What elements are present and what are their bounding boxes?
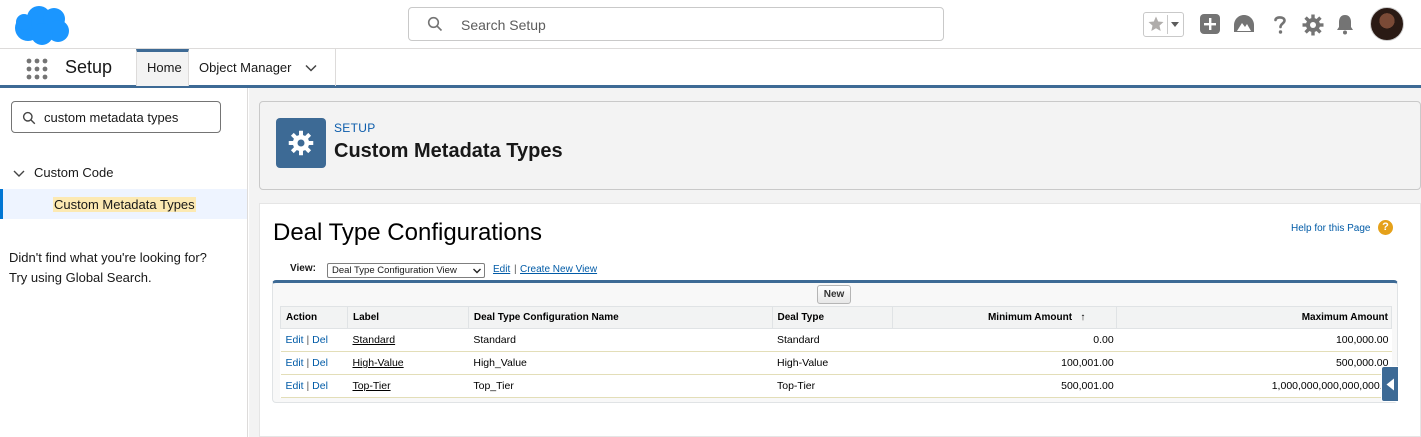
quick-find-value: custom metadata types: [44, 110, 179, 125]
row-delete-link[interactable]: Del: [312, 380, 328, 392]
trailhead-icon[interactable]: [1232, 12, 1256, 36]
new-button[interactable]: New: [817, 285, 851, 304]
list-view-title: Deal Type Configurations: [273, 219, 543, 246]
quick-find-input[interactable]: custom metadata types: [11, 101, 221, 133]
view-label: View:: [290, 263, 316, 274]
record-name: Standard: [468, 328, 772, 352]
create-new-view-link[interactable]: Create New View: [520, 264, 597, 275]
sidebar-help-line2: Try using Global Search.: [9, 270, 152, 285]
table-header-row: Action Label Deal Type Configuration Nam…: [280, 306, 1392, 329]
action-separator: |: [306, 334, 310, 346]
view-select[interactable]: Deal Type Configuration View: [327, 263, 485, 278]
notifications-bell-icon[interactable]: [1333, 12, 1357, 36]
salesforce-logo[interactable]: [12, 4, 72, 46]
favorites-button[interactable]: [1143, 12, 1184, 37]
view-select-value: Deal Type Configuration View: [332, 265, 457, 276]
record-label-link[interactable]: High-Value: [352, 357, 403, 369]
tab-object-manager-label: Object Manager: [199, 60, 292, 75]
panel-collapse-toggle[interactable]: [1381, 366, 1399, 402]
sidebar-help-text: Didn't find what you're looking for? Try…: [9, 248, 207, 288]
row-edit-link[interactable]: Edit: [286, 334, 304, 346]
chevron-left-icon: [1386, 378, 1394, 391]
column-header-maximum-amount[interactable]: Maximum Amount: [1116, 306, 1392, 329]
tree-item-custom-metadata-types[interactable]: Custom Metadata Types: [0, 189, 247, 219]
sort-ascending-icon: ↑: [1080, 312, 1086, 323]
tab-home[interactable]: Home: [136, 49, 189, 86]
setup-gear-page-icon: [276, 118, 326, 168]
app-launcher-waffle-icon[interactable]: [25, 57, 49, 81]
row-actions: Edit | Del: [280, 351, 348, 375]
favorites-dropdown-button[interactable]: [1167, 15, 1181, 34]
tree-node-custom-code[interactable]: Custom Code: [12, 165, 113, 180]
record-minimum-amount: 100,001.00: [892, 351, 1117, 375]
table-row: Edit | Del High-Value High_Value High-Va…: [280, 351, 1392, 375]
row-edit-link[interactable]: Edit: [286, 380, 304, 392]
table-row: Edit | Del Top-Tier Top_Tier Top-Tier 50…: [280, 374, 1392, 398]
link-separator: |: [514, 264, 517, 275]
global-search-input[interactable]: Search Setup: [408, 7, 944, 41]
column-header-action: Action: [280, 306, 348, 329]
column-header-config-name[interactable]: Deal Type Configuration Name: [467, 306, 773, 329]
tab-home-label: Home: [147, 60, 182, 75]
tree-node-label: Custom Code: [34, 165, 114, 180]
tab-object-manager[interactable]: Object Manager: [189, 49, 336, 86]
global-actions-add-icon[interactable]: [1198, 12, 1222, 36]
table-row: Edit | Del Standard Standard Standard 0.…: [280, 328, 1392, 352]
search-icon: [427, 16, 443, 32]
column-header-deal-type[interactable]: Deal Type: [771, 306, 894, 329]
chevron-down-icon[interactable]: [304, 61, 318, 75]
record-deal-type: High-Value: [772, 351, 893, 375]
breadcrumb[interactable]: SETUP: [334, 121, 376, 135]
record-minimum-amount: 500,001.00: [892, 374, 1117, 398]
column-header-minimum-amount-label: Minimum Amount: [987, 312, 1073, 323]
setup-gear-icon[interactable]: [1301, 13, 1325, 37]
app-name: Setup: [65, 57, 113, 77]
record-label-link[interactable]: Standard: [352, 334, 395, 346]
row-edit-link[interactable]: Edit: [286, 357, 304, 369]
row-delete-link[interactable]: Del: [312, 334, 328, 346]
record-deal-type: Standard: [772, 328, 893, 352]
action-separator: |: [306, 380, 310, 392]
record-name: Top_Tier: [468, 374, 772, 398]
column-header-label[interactable]: Label: [346, 306, 469, 329]
record-maximum-amount: 500,000.00: [1116, 351, 1392, 375]
column-header-minimum-amount[interactable]: Minimum Amount ↑: [892, 306, 1118, 329]
tree-item-label: Custom Metadata Types: [53, 197, 196, 212]
record-maximum-amount: 1,000,000,000,000,000.0: [1116, 374, 1392, 398]
star-icon: [1148, 16, 1164, 31]
edit-view-link[interactable]: Edit: [493, 264, 510, 275]
record-name: High_Value: [468, 351, 772, 375]
select-arrow-icon: [473, 268, 481, 274]
help-question-icon[interactable]: ?: [1378, 220, 1393, 235]
row-actions: Edit | Del: [280, 374, 348, 398]
sidebar-help-line1: Didn't find what you're looking for?: [9, 250, 207, 265]
record-label-link[interactable]: Top-Tier: [352, 380, 390, 392]
page-title: Custom Metadata Types: [334, 140, 563, 162]
caret-down-icon: [1171, 22, 1179, 27]
row-actions: Edit | Del: [280, 328, 348, 352]
search-icon: [22, 111, 36, 125]
record-minimum-amount: 0.00: [892, 328, 1117, 352]
search-placeholder: Search Setup: [461, 17, 546, 33]
action-separator: |: [306, 357, 310, 369]
help-icon[interactable]: [1268, 12, 1292, 36]
row-delete-link[interactable]: Del: [312, 357, 328, 369]
record-deal-type: Top-Tier: [772, 374, 893, 398]
chevron-down-icon[interactable]: [12, 168, 26, 180]
user-avatar[interactable]: [1370, 7, 1404, 41]
records-table: Action Label Deal Type Configuration Nam…: [280, 306, 1392, 398]
record-maximum-amount: 100,000.00: [1116, 328, 1392, 352]
help-for-this-page-link[interactable]: Help for this Page: [1291, 223, 1371, 234]
